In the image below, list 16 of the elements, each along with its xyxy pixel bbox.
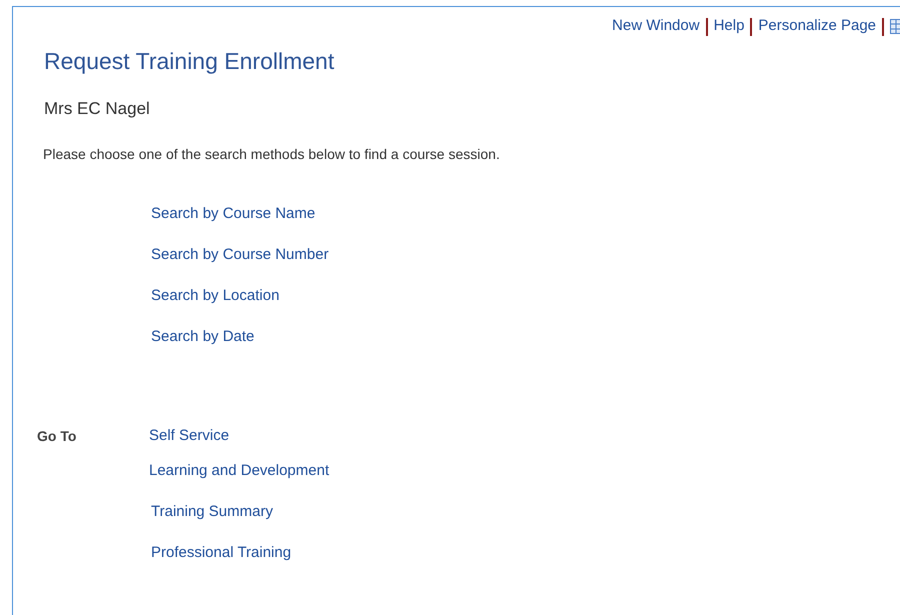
header-link[interactable]: Personalize Page xyxy=(758,15,876,38)
person-name: Mrs EC Nagel xyxy=(44,98,150,120)
grid-icon[interactable] xyxy=(890,19,900,34)
go-to-label: Go To xyxy=(37,427,78,446)
search-link[interactable]: Search by Location xyxy=(151,286,280,306)
header-link[interactable]: New Window xyxy=(612,15,700,38)
header-link[interactable]: Help xyxy=(714,15,744,38)
search-link[interactable]: Search by Date xyxy=(151,327,254,347)
page-title: Request Training Enrollment xyxy=(44,47,336,75)
go-to-link[interactable]: Self Service xyxy=(149,426,230,446)
go-to-link[interactable]: Learning and Development xyxy=(149,461,330,481)
search-link[interactable]: Search by Course Name xyxy=(151,204,316,224)
go-to-link[interactable]: Training Summary xyxy=(151,502,273,522)
go-to-link[interactable]: Professional Training xyxy=(151,543,292,563)
search-link[interactable]: Search by Course Number xyxy=(151,245,329,265)
instruction-text: Please choose one of the search methods below to find a course session. xyxy=(43,145,500,164)
